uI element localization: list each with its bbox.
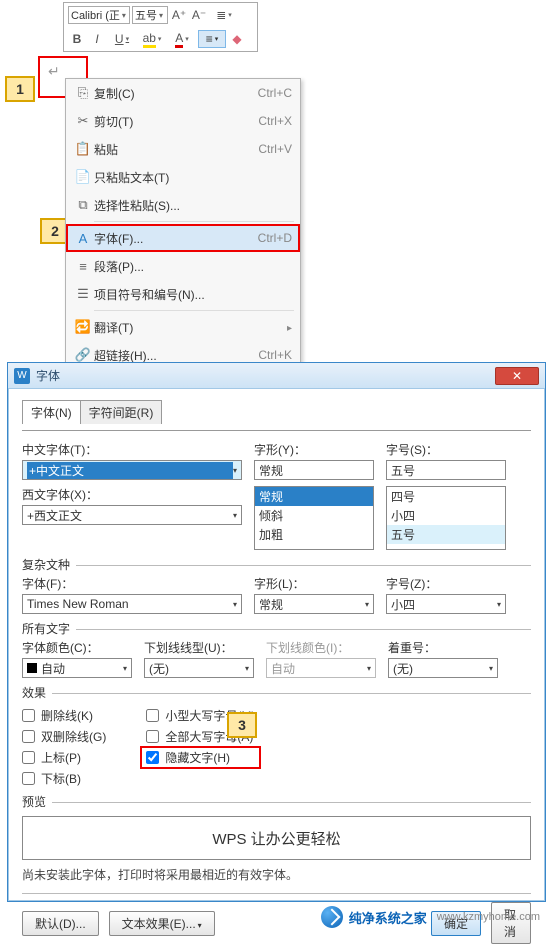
chk-hidden[interactable]: 隐藏文字(H) (146, 749, 255, 766)
menu-bullets[interactable]: ☰项目符号和编号(N)... (66, 280, 300, 308)
translate-icon: 🔁 (72, 319, 94, 335)
chk-subscript[interactable]: 下标(B) (22, 770, 106, 787)
menu-paste-special[interactable]: ⧉选择性粘贴(S)... (66, 191, 300, 219)
watermark: 纯净系统之家 www.kzmyhome.com (321, 904, 540, 930)
chk-double-strike[interactable]: 双删除线(G) (22, 728, 106, 745)
cn-font-combo[interactable]: +中文正文▾ (22, 460, 242, 480)
preview-group-title: 预览 (22, 793, 46, 810)
bullets-icon: ☰ (72, 286, 94, 302)
tab-font[interactable]: 字体(N) (22, 400, 81, 424)
preview-box: WPS 让办公更轻松 (22, 816, 531, 860)
font-color-combo[interactable]: 自动▾ (22, 658, 132, 678)
dialog-titlebar: W 字体 ✕ (8, 363, 545, 389)
font-name-select[interactable]: Calibri (正▾ (68, 6, 130, 24)
default-button[interactable]: 默认(D)... (22, 911, 99, 936)
menu-paragraph[interactable]: ≡段落(P)... (66, 252, 300, 280)
underline-button[interactable]: U (108, 30, 136, 48)
line-spacing-button[interactable]: ≣ (210, 6, 238, 24)
tab-spacing[interactable]: 字符间距(R) (80, 400, 163, 424)
menu-paste[interactable]: 📋粘贴Ctrl+V (66, 135, 300, 163)
en-font-combo[interactable]: +西文正文▾ (22, 505, 242, 525)
dialog-title: 字体 (36, 367, 495, 384)
style-listbox[interactable]: 常规 倾斜 加粗 (254, 486, 374, 550)
format-painter-button[interactable]: ◆ (228, 30, 246, 48)
underline-label: 下划线线型(U)： (144, 639, 254, 656)
font-icon: A (72, 231, 94, 246)
paragraph-mark-icon: ↵ (48, 63, 60, 80)
emphasis-combo[interactable]: (无)▾ (388, 658, 498, 678)
font-note: 尚未安装此字体，打印时将采用最相近的有效字体。 (22, 866, 531, 883)
underline-color-combo: 自动▾ (266, 658, 376, 678)
step-badge-1: 1 (5, 76, 35, 102)
app-icon: W (14, 368, 30, 384)
size-listbox[interactable]: 四号 小四 五号 (386, 486, 506, 550)
align-button[interactable]: ≡▾ (198, 30, 226, 48)
en-font-label: 西文字体(X)： (22, 486, 242, 503)
underline-color-label: 下划线颜色(I)： (266, 639, 376, 656)
complex-style-combo[interactable]: 常规▾ (254, 594, 374, 614)
watermark-brand: 纯净系统之家 (349, 908, 427, 927)
all-text-group-title: 所有文字 (22, 620, 70, 637)
complex-font-combo[interactable]: Times New Roman▾ (22, 594, 242, 614)
copy-icon: ⎘ (72, 85, 94, 101)
close-button[interactable]: ✕ (495, 367, 539, 385)
mini-toolbar: Calibri (正▾ 五号▾ A⁺ A⁻ ≣ B I U ab A ≡▾ ◆ (63, 2, 258, 52)
paste-icon: 📋 (72, 141, 94, 157)
emphasis-label: 着重号： (388, 639, 498, 656)
paragraph-icon: ≡ (72, 259, 94, 274)
paste-text-icon: 📄 (72, 169, 94, 185)
menu-font[interactable]: A字体(F)...Ctrl+D (66, 224, 300, 252)
font-color-label: 字体颜色(C)： (22, 639, 132, 656)
chk-strike[interactable]: 删除线(K) (22, 707, 106, 724)
complex-size-label: 字号(Z)： (386, 575, 506, 592)
underline-combo[interactable]: (无)▾ (144, 658, 254, 678)
cut-icon: ✂ (72, 113, 94, 129)
preview-text: WPS 让办公更轻松 (212, 828, 340, 849)
style-input[interactable]: 常规 (254, 460, 374, 480)
font-size-select[interactable]: 五号▾ (132, 6, 168, 24)
complex-font-label: 字体(F)： (22, 575, 242, 592)
menu-copy[interactable]: ⎘复制(C)Ctrl+C (66, 79, 300, 107)
italic-button[interactable]: I (88, 30, 106, 48)
link-icon: 🔗 (72, 347, 94, 363)
style-label: 字形(Y)： (254, 441, 374, 458)
menu-paste-text[interactable]: 📄只粘贴文本(T) (66, 163, 300, 191)
menu-translate[interactable]: 🔁翻译(T) (66, 313, 300, 341)
size-input[interactable]: 五号 (386, 460, 506, 480)
watermark-url: www.kzmyhome.com (437, 911, 540, 923)
complex-style-label: 字形(L)： (254, 575, 374, 592)
highlight-button[interactable]: ab (138, 30, 166, 48)
effects-group-title: 效果 (22, 684, 46, 701)
font-color-button[interactable]: A (168, 30, 196, 48)
complex-size-combo[interactable]: 小四▾ (386, 594, 506, 614)
text-effect-button[interactable]: 文本效果(E)...▾ (109, 911, 215, 936)
shrink-font-button[interactable]: A⁻ (190, 6, 208, 24)
step-badge-3: 3 (227, 712, 257, 738)
font-dialog: W 字体 ✕ 字体(N) 字符间距(R) 中文字体(T)： +中文正文▾ 字形(… (7, 362, 546, 902)
cn-font-label: 中文字体(T)： (22, 441, 242, 458)
context-menu: ⎘复制(C)Ctrl+C ✂剪切(T)Ctrl+X 📋粘贴Ctrl+V 📄只粘贴… (65, 78, 301, 370)
chk-superscript[interactable]: 上标(P) (22, 749, 106, 766)
watermark-logo-icon (321, 906, 343, 928)
complex-group-title: 复杂文种 (22, 556, 70, 573)
paste-special-icon: ⧉ (72, 197, 94, 213)
bold-button[interactable]: B (68, 30, 86, 48)
grow-font-button[interactable]: A⁺ (170, 6, 188, 24)
size-label: 字号(S)： (386, 441, 506, 458)
menu-cut[interactable]: ✂剪切(T)Ctrl+X (66, 107, 300, 135)
